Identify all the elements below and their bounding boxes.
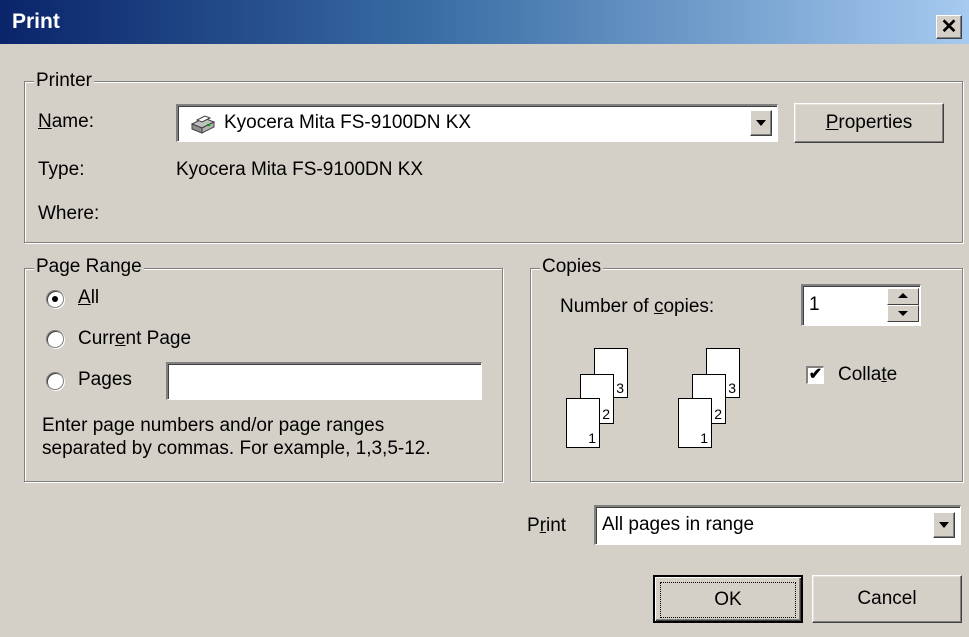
- all-pages-radio[interactable]: [46, 290, 64, 308]
- checkmark-icon: ✔: [808, 366, 823, 383]
- copies-value: 1: [809, 294, 820, 315]
- type-value: Kyocera Mita FS-9100DN KX: [176, 159, 424, 180]
- ok-button[interactable]: OK: [653, 575, 803, 623]
- properties-button-label: roperties: [838, 112, 913, 133]
- cancel-button[interactable]: Cancel: [812, 575, 962, 623]
- copies-decrement-button[interactable]: [887, 305, 919, 322]
- print-what-label: Print: [527, 515, 567, 536]
- cancel-button-label: Cancel: [857, 588, 917, 609]
- page-sheet-1: 1: [566, 398, 600, 448]
- properties-button[interactable]: Properties: [794, 103, 944, 143]
- page-sheet-1: 1: [678, 398, 712, 448]
- title-bar[interactable]: [0, 0, 969, 44]
- pages-input[interactable]: [166, 362, 482, 400]
- printer-icon: [188, 112, 216, 136]
- pages-radio[interactable]: [46, 372, 64, 390]
- number-of-copies-label: Number of copies:: [560, 296, 715, 317]
- page-range-legend: Page Range: [34, 256, 144, 278]
- printer-name-select[interactable]: Kyocera Mita FS-9100DN KX: [176, 104, 778, 142]
- printer-name-dropdown-button[interactable]: [750, 110, 772, 136]
- where-label: Where:: [38, 203, 100, 224]
- printer-group-legend: Printer: [34, 70, 94, 92]
- window-title: Print: [12, 10, 60, 33]
- print-what-select[interactable]: All pages in range: [594, 505, 961, 545]
- current-page-label[interactable]: Current Page: [78, 327, 191, 351]
- close-icon: ✕: [940, 16, 958, 38]
- collate-illustration-right: 3 2 1: [672, 346, 752, 456]
- copies-spinner[interactable]: 1: [801, 284, 921, 326]
- all-pages-label[interactable]: All: [78, 286, 99, 310]
- collate-checkbox[interactable]: ✔: [806, 366, 824, 384]
- print-what-value: All pages in range: [602, 514, 755, 535]
- pages-label[interactable]: Pages: [78, 368, 132, 392]
- copies-legend: Copies: [540, 256, 604, 278]
- collate-illustration-left: 3 2 1: [560, 346, 640, 456]
- properties-button-mnemonic: P: [825, 112, 839, 133]
- current-page-radio[interactable]: [46, 330, 64, 348]
- name-label: Name:: [38, 111, 94, 132]
- ok-button-label: OK: [714, 589, 742, 610]
- close-button[interactable]: ✕: [936, 15, 962, 39]
- page-range-help-line2: separated by commas. For example, 1,3,5-…: [42, 438, 431, 459]
- print-what-dropdown-button[interactable]: [933, 512, 955, 538]
- page-range-help-line1: Enter page numbers and/or page ranges: [42, 415, 385, 436]
- collate-label[interactable]: Collate: [838, 363, 897, 387]
- printer-name-value: Kyocera Mita FS-9100DN KX: [224, 112, 472, 133]
- type-label: Type:: [38, 159, 85, 180]
- copies-increment-button[interactable]: [887, 288, 919, 305]
